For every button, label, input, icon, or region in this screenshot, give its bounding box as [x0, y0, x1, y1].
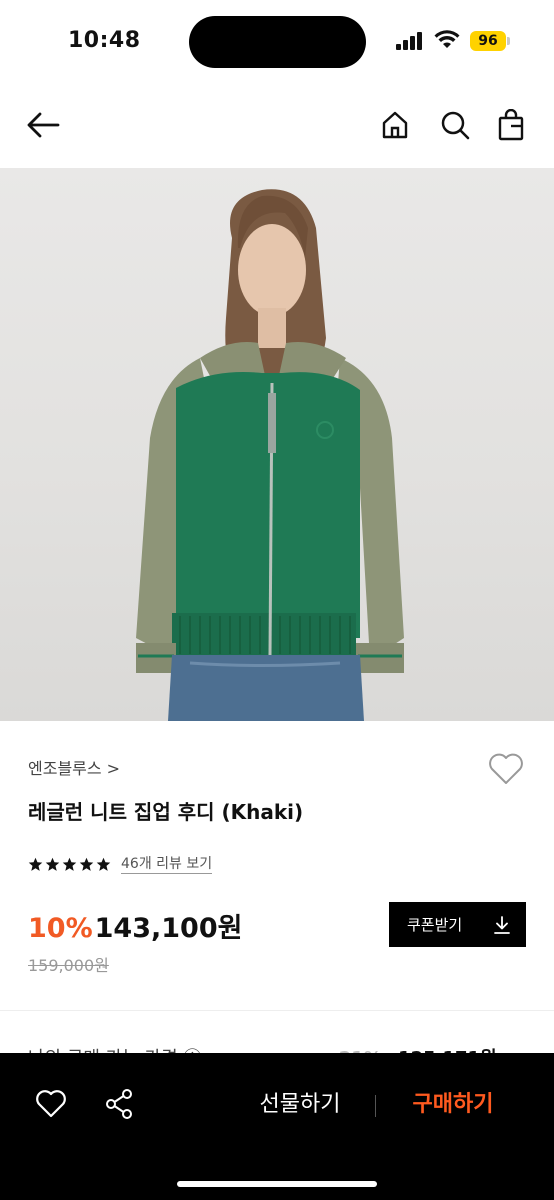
- coupon-button-label: 쿠폰받기: [407, 916, 463, 934]
- signal-icon: [396, 32, 422, 50]
- product-photo-illustration: [136, 189, 404, 721]
- star-icon: [62, 857, 77, 871]
- product-image[interactable]: [0, 168, 554, 721]
- back-icon[interactable]: [26, 108, 60, 142]
- bottom-action-bar: 선물하기 구매하기: [0, 1053, 554, 1200]
- top-nav-bar: [0, 90, 554, 162]
- sale-price: 143,100원: [94, 913, 243, 944]
- rating-row: 46개 리뷰 보기: [28, 853, 213, 875]
- heart-icon[interactable]: [34, 1087, 68, 1121]
- share-icon[interactable]: [102, 1087, 136, 1121]
- section-divider: [0, 1010, 554, 1011]
- price-row: 10% 143,100원: [28, 906, 242, 945]
- star-icon: [79, 857, 94, 871]
- buy-button[interactable]: 구매하기: [392, 1085, 514, 1125]
- wishlist-heart-icon[interactable]: [486, 749, 526, 789]
- product-title: 레글런 니트 집업 후디 (Khaki): [28, 800, 304, 824]
- home-icon[interactable]: [378, 108, 412, 142]
- wifi-icon: [434, 30, 460, 48]
- button-separator: [375, 1095, 376, 1117]
- download-icon: [494, 915, 510, 934]
- brand-link[interactable]: 엔조블루스 >: [28, 755, 120, 779]
- star-icon: [45, 857, 60, 871]
- dynamic-island: [189, 16, 366, 68]
- status-bar: 10:48 96: [0, 0, 554, 84]
- star-icon: [28, 857, 43, 871]
- discount-rate: 10%: [28, 913, 93, 944]
- battery-indicator: 96: [470, 31, 510, 51]
- star-icon: [96, 857, 111, 871]
- review-link[interactable]: 46개 리뷰 보기: [121, 855, 213, 874]
- gift-button[interactable]: 선물하기: [240, 1085, 360, 1125]
- original-price: 159,000원: [28, 956, 109, 975]
- shopping-bag-icon[interactable]: [494, 108, 528, 142]
- coupon-download-button[interactable]: 쿠폰받기: [389, 902, 526, 947]
- search-icon[interactable]: [438, 108, 472, 142]
- home-indicator[interactable]: [177, 1181, 377, 1187]
- status-time: 10:48: [68, 28, 141, 53]
- star-rating: [28, 857, 111, 872]
